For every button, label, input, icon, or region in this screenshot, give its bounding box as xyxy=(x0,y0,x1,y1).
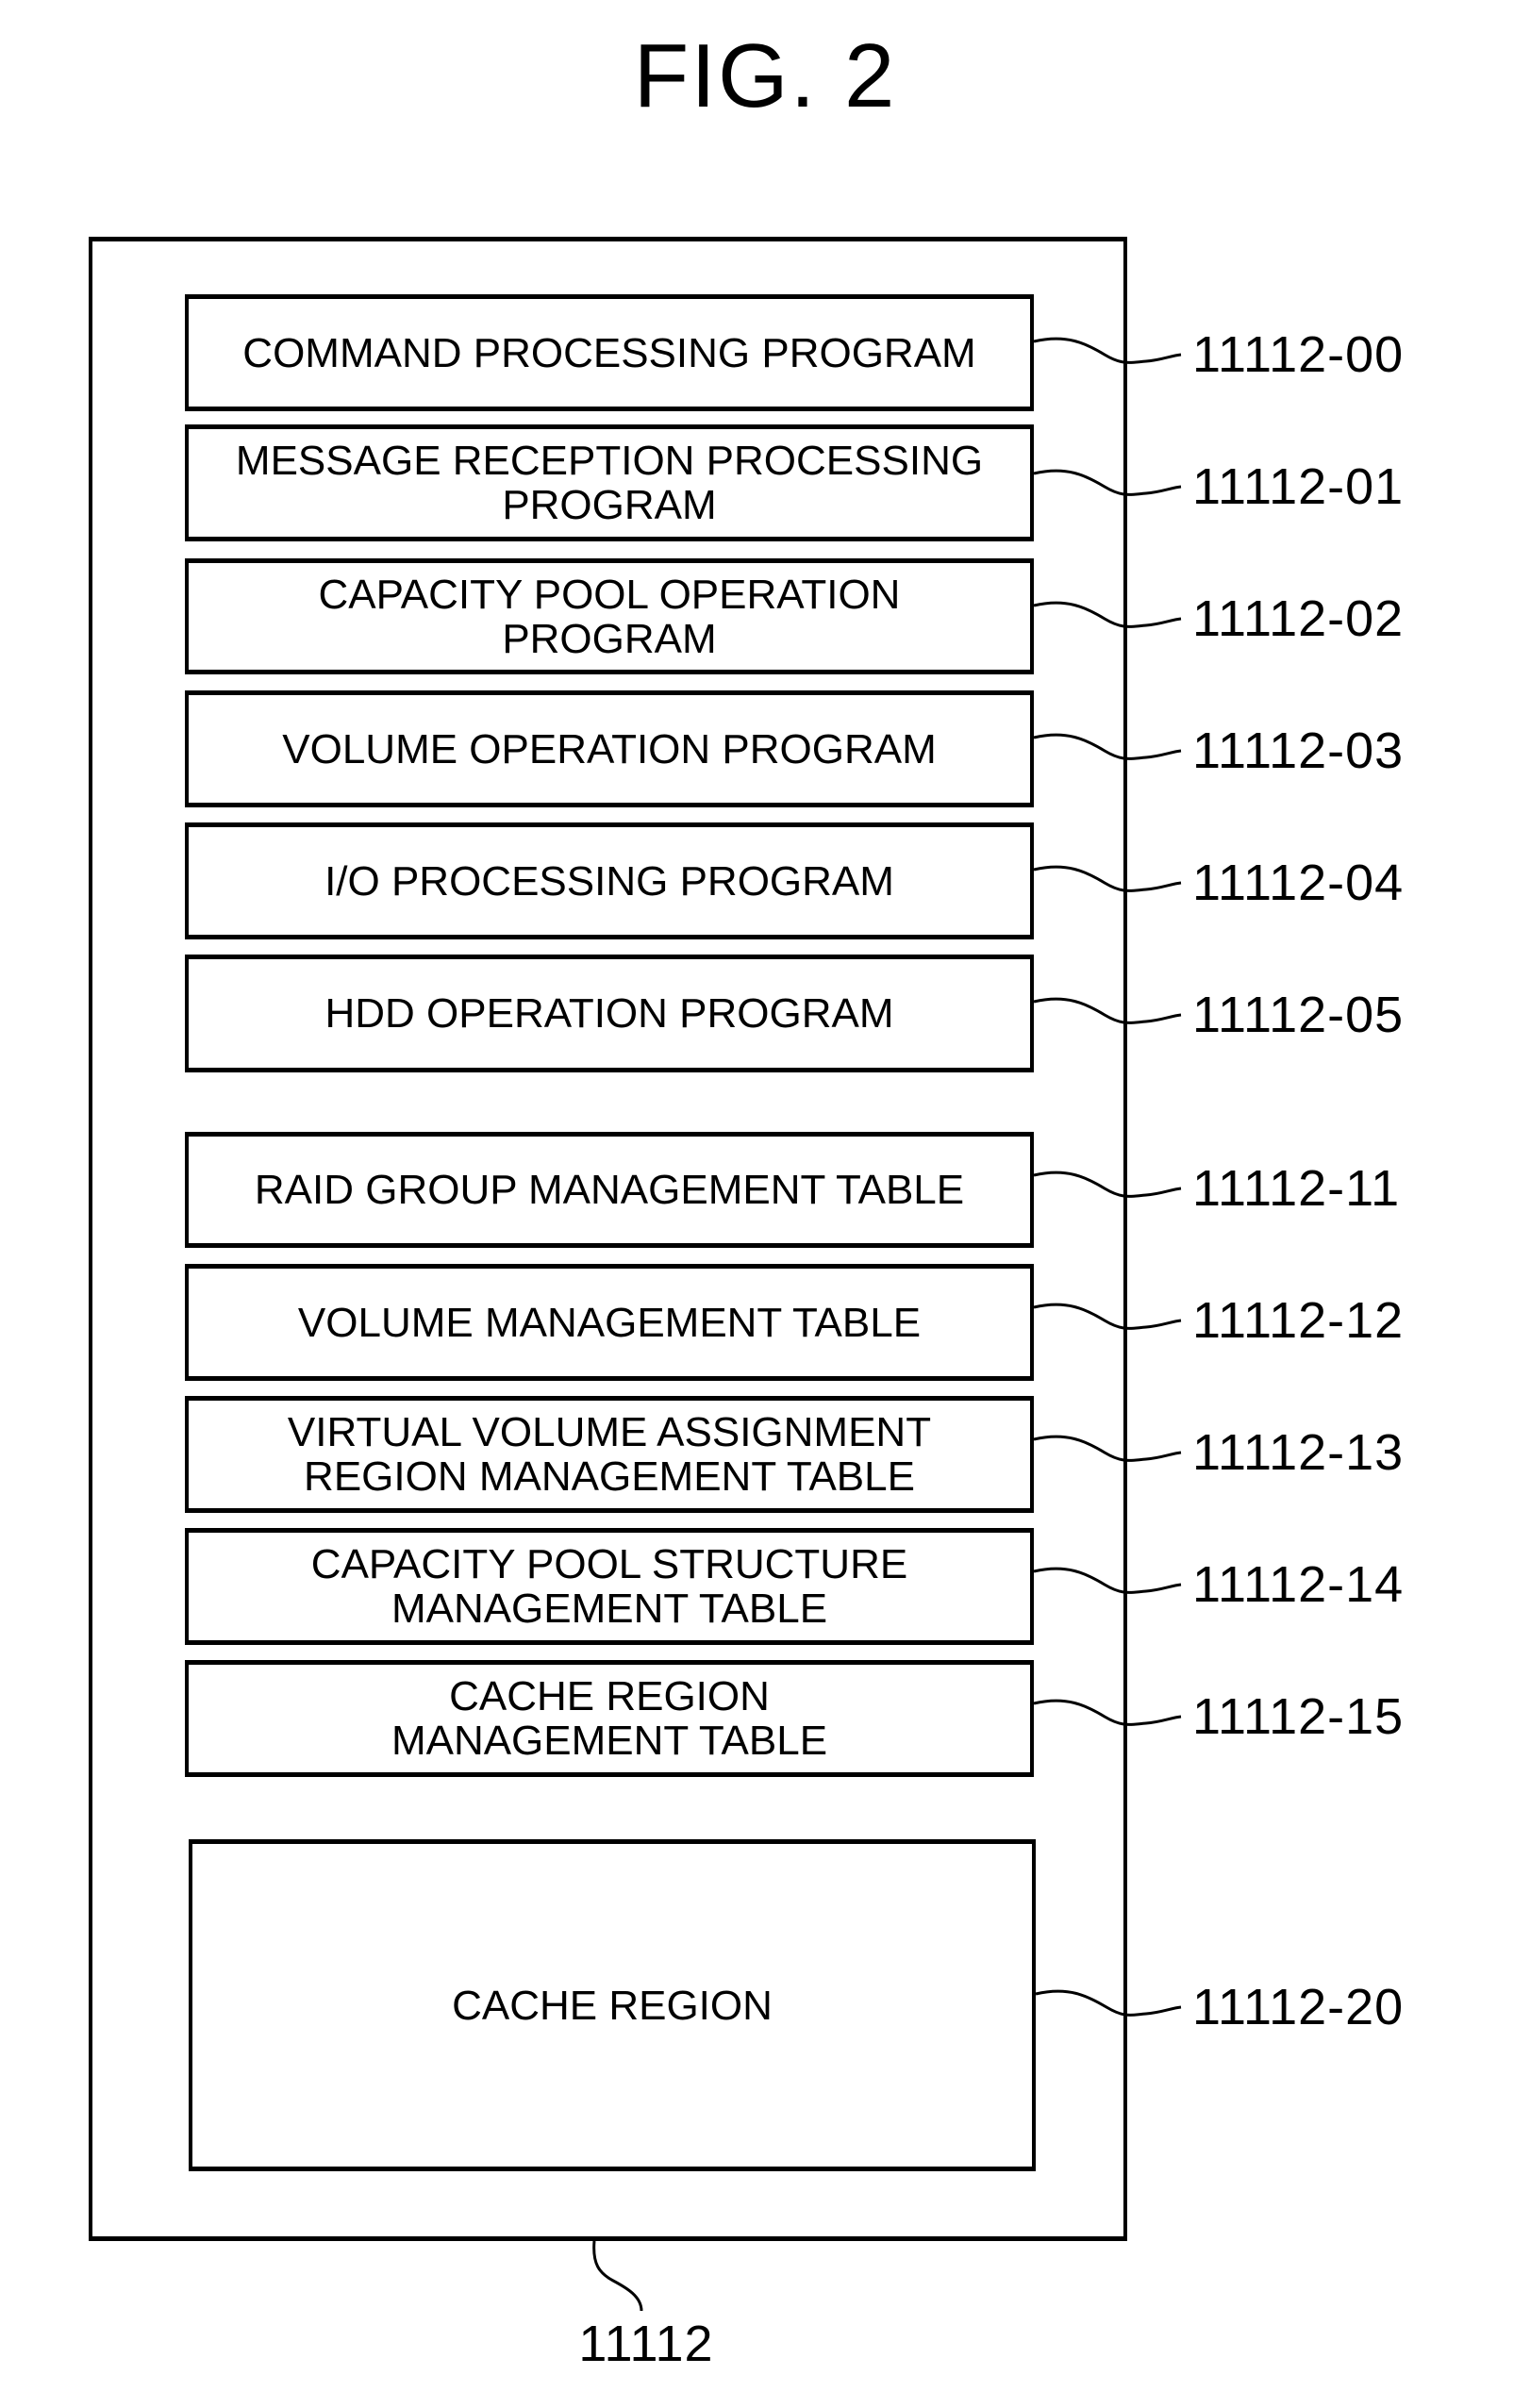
block-label: VOLUME OPERATION PROGRAM xyxy=(282,725,937,772)
ref-numeral: 11112-15 xyxy=(1192,1688,1405,1745)
block-cache-region: CACHE REGION xyxy=(189,1839,1036,2171)
ref-numeral: 11112-05 xyxy=(1192,987,1405,1043)
block-raid-group-management-table: RAID GROUP MANAGEMENT TABLE xyxy=(185,1132,1034,1248)
block-label: HDD OPERATION PROGRAM xyxy=(324,990,894,1037)
block-capacity-pool-operation-program: CAPACITY POOL OPERATION PROGRAM xyxy=(185,558,1034,674)
container-leader-line xyxy=(592,2240,643,2312)
block-cache-region-management-table: CACHE REGION MANAGEMENT TABLE xyxy=(185,1660,1034,1777)
block-label: I/O PROCESSING PROGRAM xyxy=(324,857,894,905)
figure-title: FIG. 2 xyxy=(633,25,897,126)
block-label: CACHE REGION MANAGEMENT TABLE xyxy=(391,1673,828,1764)
ref-numeral: 11112-01 xyxy=(1192,458,1405,515)
block-volume-management-table: VOLUME MANAGEMENT TABLE xyxy=(185,1264,1034,1381)
block-hdd-operation-program: HDD OPERATION PROGRAM xyxy=(185,955,1034,1072)
block-capacity-pool-structure-management-table: CAPACITY POOL STRUCTURE MANAGEMENT TABLE xyxy=(185,1528,1034,1645)
block-label: MESSAGE RECEPTION PROCESSING PROGRAM xyxy=(235,438,984,528)
ref-numeral: 11112-11 xyxy=(1192,1160,1401,1217)
block-label: COMMAND PROCESSING PROGRAM xyxy=(242,329,976,376)
ref-numeral: 11112-04 xyxy=(1192,855,1405,911)
block-label: CAPACITY POOL STRUCTURE MANAGEMENT TABLE xyxy=(310,1541,908,1632)
block-label: VIRTUAL VOLUME ASSIGNMENT REGION MANAGEM… xyxy=(287,1409,932,1500)
block-message-reception-processing-program: MESSAGE RECEPTION PROCESSING PROGRAM xyxy=(185,424,1034,541)
block-label: CACHE REGION xyxy=(452,1982,773,2029)
block-volume-operation-program: VOLUME OPERATION PROGRAM xyxy=(185,690,1034,807)
block-io-processing-program: I/O PROCESSING PROGRAM xyxy=(185,822,1034,939)
ref-numeral: 11112-00 xyxy=(1192,326,1405,383)
ref-numeral: 11112-14 xyxy=(1192,1556,1405,1613)
block-label: VOLUME MANAGEMENT TABLE xyxy=(297,1299,922,1346)
ref-numeral: 11112-02 xyxy=(1192,590,1405,647)
ref-numeral: 11112-13 xyxy=(1192,1424,1405,1481)
container-ref-numeral: 11112 xyxy=(578,2316,714,2372)
block-command-processing-program: COMMAND PROCESSING PROGRAM xyxy=(185,294,1034,411)
block-label: CAPACITY POOL OPERATION PROGRAM xyxy=(318,571,901,662)
ref-numeral: 11112-12 xyxy=(1192,1292,1405,1349)
ref-numeral: 11112-20 xyxy=(1192,1979,1405,2035)
ref-numeral: 11112-03 xyxy=(1192,722,1405,779)
block-virtual-volume-assignment-region-management-table: VIRTUAL VOLUME ASSIGNMENT REGION MANAGEM… xyxy=(185,1396,1034,1513)
block-label: RAID GROUP MANAGEMENT TABLE xyxy=(254,1167,965,1213)
